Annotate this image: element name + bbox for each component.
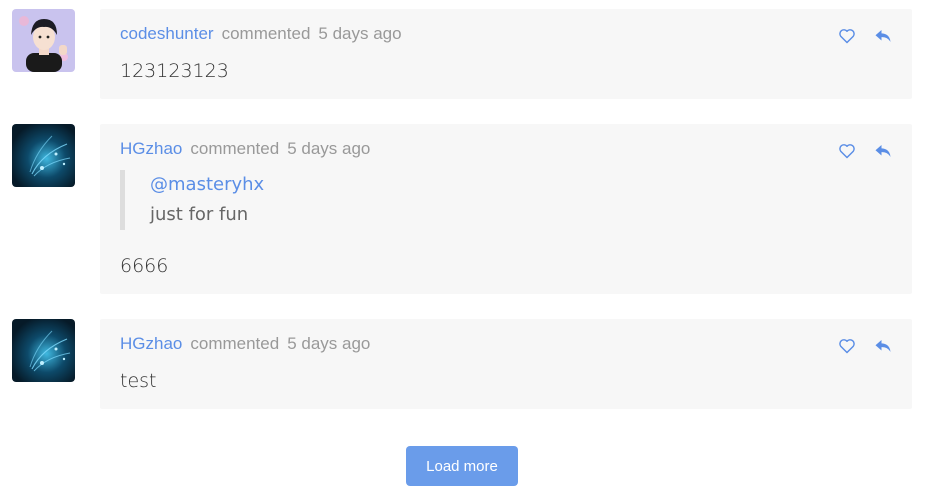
heart-icon xyxy=(839,144,855,159)
like-button[interactable] xyxy=(836,335,858,357)
comment-actions xyxy=(836,335,894,357)
comment-action: commented xyxy=(190,334,280,353)
reply-icon xyxy=(875,30,891,42)
comment-action: commented xyxy=(190,139,280,158)
reply-button[interactable] xyxy=(872,140,894,162)
comment-card: codeshunter commented 5 days ago 123123123 xyxy=(100,9,912,99)
quoted-reply: @masteryhx just for fun xyxy=(120,170,264,230)
quoted-text: just for fun xyxy=(150,204,249,225)
comment-meta: HGzhao commented 5 days ago xyxy=(120,138,370,160)
comment-body: 6666 xyxy=(120,255,169,277)
avatar[interactable] xyxy=(12,9,75,72)
avatar[interactable] xyxy=(12,124,75,187)
comment-card: HGzhao commented 5 days ago @masteryhx jus… xyxy=(100,124,912,294)
heart-icon xyxy=(839,339,855,354)
reply-icon xyxy=(875,340,891,352)
comment-actions xyxy=(836,25,894,47)
comment-meta: codeshunter commented 5 days ago xyxy=(120,23,402,45)
like-button[interactable] xyxy=(836,25,858,47)
comment-action: commented xyxy=(221,24,311,43)
comment-author-link[interactable]: HGzhao xyxy=(120,139,182,158)
comment-item: codeshunter commented 5 days ago 123123123 xyxy=(0,9,927,99)
reply-button[interactable] xyxy=(872,335,894,357)
mention-link[interactable]: @masteryhx xyxy=(150,173,264,197)
like-button[interactable] xyxy=(836,140,858,162)
comment-body: test xyxy=(120,370,157,392)
comment-thread: codeshunter commented 5 days ago 123123123 xyxy=(0,0,927,499)
comment-item: HGzhao commented 5 days ago @masteryhx jus… xyxy=(0,124,927,294)
comment-item: HGzhao commented 5 days ago test xyxy=(0,319,927,409)
comment-card: HGzhao commented 5 days ago test xyxy=(100,319,912,409)
comment-actions xyxy=(836,140,894,162)
avatar[interactable] xyxy=(12,319,75,382)
comment-author-link[interactable]: HGzhao xyxy=(120,334,182,353)
comment-time: 5 days ago xyxy=(287,334,371,353)
comment-time: 5 days ago xyxy=(318,24,402,43)
comment-author-link[interactable]: codeshunter xyxy=(120,24,214,43)
comment-body: 123123123 xyxy=(120,60,229,82)
load-more-button[interactable]: Load more xyxy=(406,446,518,486)
reply-button[interactable] xyxy=(872,25,894,47)
reply-icon xyxy=(875,145,891,157)
comment-time: 5 days ago xyxy=(287,139,371,158)
comment-meta: HGzhao commented 5 days ago xyxy=(120,333,370,355)
heart-icon xyxy=(839,29,855,44)
